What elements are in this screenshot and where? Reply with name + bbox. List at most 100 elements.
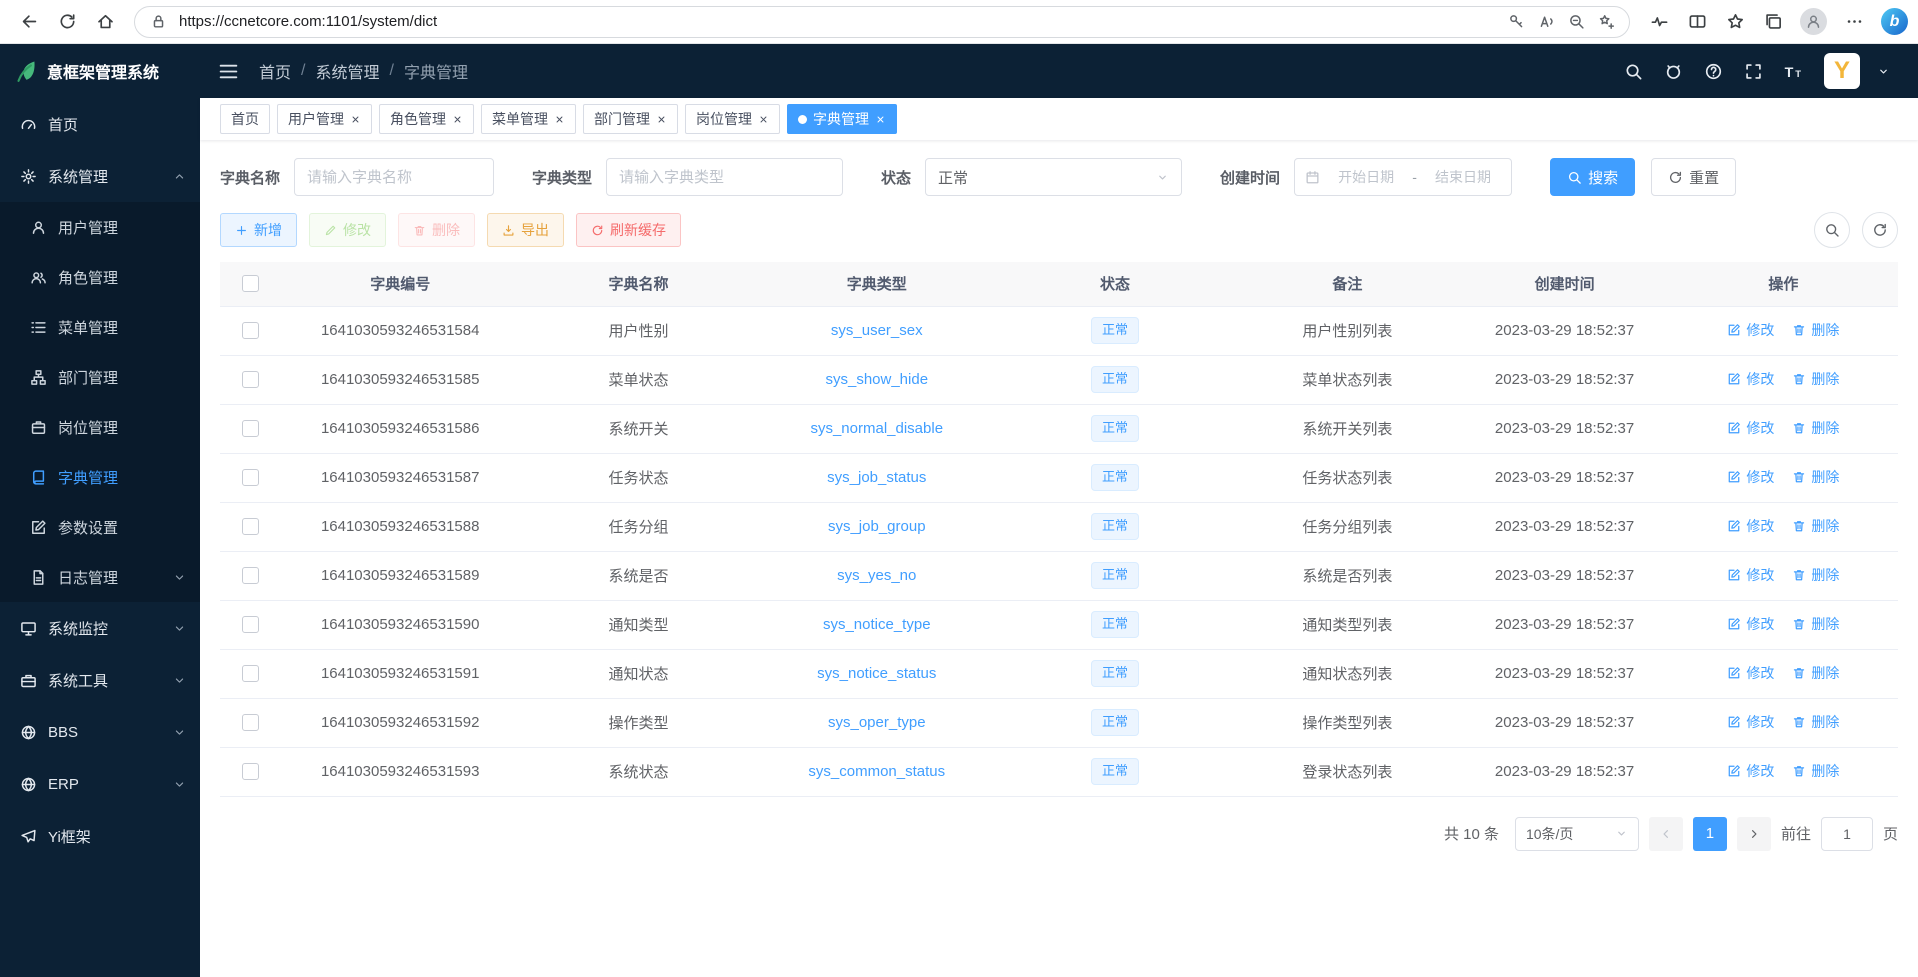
row-delete-button[interactable]: 删除 <box>1792 663 1839 683</box>
row-checkbox[interactable] <box>242 322 259 339</box>
sidebar-item-bbs[interactable]: BBS <box>0 706 200 758</box>
add-button[interactable]: 新增 <box>220 213 297 247</box>
row-delete-button[interactable]: 删除 <box>1792 565 1839 585</box>
dict-type-link[interactable]: sys_job_status <box>827 469 926 486</box>
sidebar-item-dict[interactable]: 字典管理 <box>0 452 200 502</box>
dict-name-input[interactable] <box>294 158 494 196</box>
row-delete-button[interactable]: 删除 <box>1792 418 1839 438</box>
sidebar-item-log[interactable]: 日志管理 <box>0 552 200 602</box>
row-edit-button[interactable]: 修改 <box>1727 565 1774 585</box>
refresh-table-button[interactable] <box>1862 212 1898 248</box>
lock-icon[interactable] <box>143 8 173 36</box>
dict-type-input[interactable] <box>606 158 843 196</box>
split-screen-icon[interactable] <box>1678 5 1716 39</box>
bing-icon[interactable]: b <box>1881 8 1908 35</box>
goto-page-input[interactable] <box>1821 817 1873 851</box>
row-edit-button[interactable]: 修改 <box>1727 320 1774 340</box>
row-edit-button[interactable]: 修改 <box>1727 663 1774 683</box>
home-icon[interactable] <box>86 5 124 39</box>
tab-close-icon[interactable] <box>656 114 667 125</box>
sidebar-item-tool[interactable]: 系统工具 <box>0 654 200 706</box>
profile-avatar[interactable] <box>1800 8 1827 35</box>
row-checkbox[interactable] <box>242 763 259 780</box>
app-logo[interactable]: 意框架管理系统 <box>0 44 200 98</box>
question-icon[interactable] <box>1696 54 1730 88</box>
refresh-cache-button[interactable]: 刷新缓存 <box>576 213 681 247</box>
sidebar-item-home[interactable]: 首页 <box>0 98 200 150</box>
row-delete-button[interactable]: 删除 <box>1792 712 1839 732</box>
row-checkbox[interactable] <box>242 616 259 633</box>
sidebar-item-param[interactable]: 参数设置 <box>0 502 200 552</box>
dict-type-link[interactable]: sys_notice_status <box>817 665 936 682</box>
date-range-picker[interactable]: 开始日期 - 结束日期 <box>1294 158 1512 196</box>
start-date-input[interactable]: 开始日期 <box>1328 167 1404 187</box>
font-size-icon[interactable]: TT <box>1776 54 1810 88</box>
prev-page-button[interactable] <box>1649 817 1683 851</box>
sidebar-item-role[interactable]: 角色管理 <box>0 252 200 302</box>
row-checkbox[interactable] <box>242 518 259 535</box>
dict-type-link[interactable]: sys_show_hide <box>825 371 928 388</box>
row-checkbox[interactable] <box>242 567 259 584</box>
user-avatar[interactable]: Y <box>1824 53 1860 89</box>
fullscreen-icon[interactable] <box>1736 54 1770 88</box>
delete-button[interactable]: 删除 <box>398 213 475 247</box>
row-edit-button[interactable]: 修改 <box>1727 418 1774 438</box>
sidebar-item-monitor[interactable]: 系统监控 <box>0 602 200 654</box>
reset-button[interactable]: 重置 <box>1651 158 1736 196</box>
url-bar[interactable]: https://ccnetcore.com:1101/system/dict <box>134 6 1630 38</box>
star-plus-icon[interactable] <box>1591 8 1621 36</box>
sidebar-item-dept[interactable]: 部门管理 <box>0 352 200 402</box>
row-delete-button[interactable]: 删除 <box>1792 467 1839 487</box>
sidebar-item-post[interactable]: 岗位管理 <box>0 402 200 452</box>
row-checkbox[interactable] <box>242 420 259 437</box>
tab-menu[interactable]: 菜单管理 <box>481 104 576 134</box>
github-icon[interactable] <box>1656 54 1690 88</box>
tab-role[interactable]: 角色管理 <box>379 104 474 134</box>
sidebar-item-yi[interactable]: Yi框架 <box>0 810 200 862</box>
refresh-icon[interactable] <box>48 5 86 39</box>
row-checkbox[interactable] <box>242 371 259 388</box>
dict-type-link[interactable]: sys_common_status <box>808 763 945 780</box>
row-checkbox[interactable] <box>242 469 259 486</box>
back-icon[interactable] <box>10 5 48 39</box>
row-edit-button[interactable]: 修改 <box>1727 712 1774 732</box>
avatar-caret-icon[interactable] <box>1866 54 1900 88</box>
row-edit-button[interactable]: 修改 <box>1727 467 1774 487</box>
sidebar-item-user[interactable]: 用户管理 <box>0 202 200 252</box>
export-button[interactable]: 导出 <box>487 213 564 247</box>
sidebar-item-menu[interactable]: 菜单管理 <box>0 302 200 352</box>
row-delete-button[interactable]: 删除 <box>1792 516 1839 536</box>
sidebar-item-system[interactable]: 系统管理 <box>0 150 200 202</box>
row-checkbox[interactable] <box>242 665 259 682</box>
row-edit-button[interactable]: 修改 <box>1727 761 1774 781</box>
browser-essentials-icon[interactable] <box>1640 5 1678 39</box>
tab-close-icon[interactable] <box>452 114 463 125</box>
read-aloud-icon[interactable] <box>1531 8 1561 36</box>
tab-close-icon[interactable] <box>554 114 565 125</box>
tab-close-icon[interactable] <box>875 114 886 125</box>
search-icon[interactable] <box>1616 54 1650 88</box>
dict-type-link[interactable]: sys_notice_type <box>823 616 931 633</box>
tab-dept[interactable]: 部门管理 <box>583 104 678 134</box>
zoom-out-icon[interactable] <box>1561 8 1591 36</box>
dict-type-link[interactable]: sys_oper_type <box>828 714 926 731</box>
tab-close-icon[interactable] <box>350 114 361 125</box>
row-edit-button[interactable]: 修改 <box>1727 614 1774 634</box>
page-size-select[interactable]: 10条/页 <box>1515 817 1639 851</box>
row-delete-button[interactable]: 删除 <box>1792 614 1839 634</box>
dict-type-link[interactable]: sys_job_group <box>828 518 926 535</box>
tab-home[interactable]: 首页 <box>220 104 270 134</box>
toggle-search-button[interactable] <box>1814 212 1850 248</box>
search-button[interactable]: 搜索 <box>1550 158 1635 196</box>
tab-user[interactable]: 用户管理 <box>277 104 372 134</box>
select-all-checkbox[interactable] <box>242 275 259 292</box>
row-delete-button[interactable]: 删除 <box>1792 320 1839 340</box>
favorites-bar-icon[interactable] <box>1716 5 1754 39</box>
sidebar-item-erp[interactable]: ERP <box>0 758 200 810</box>
dict-type-link[interactable]: sys_user_sex <box>831 322 923 339</box>
more-menu-icon[interactable] <box>1835 5 1873 39</box>
row-delete-button[interactable]: 删除 <box>1792 369 1839 389</box>
page-1-button[interactable]: 1 <box>1693 817 1727 851</box>
dict-type-link[interactable]: sys_normal_disable <box>810 420 943 437</box>
row-delete-button[interactable]: 删除 <box>1792 761 1839 781</box>
